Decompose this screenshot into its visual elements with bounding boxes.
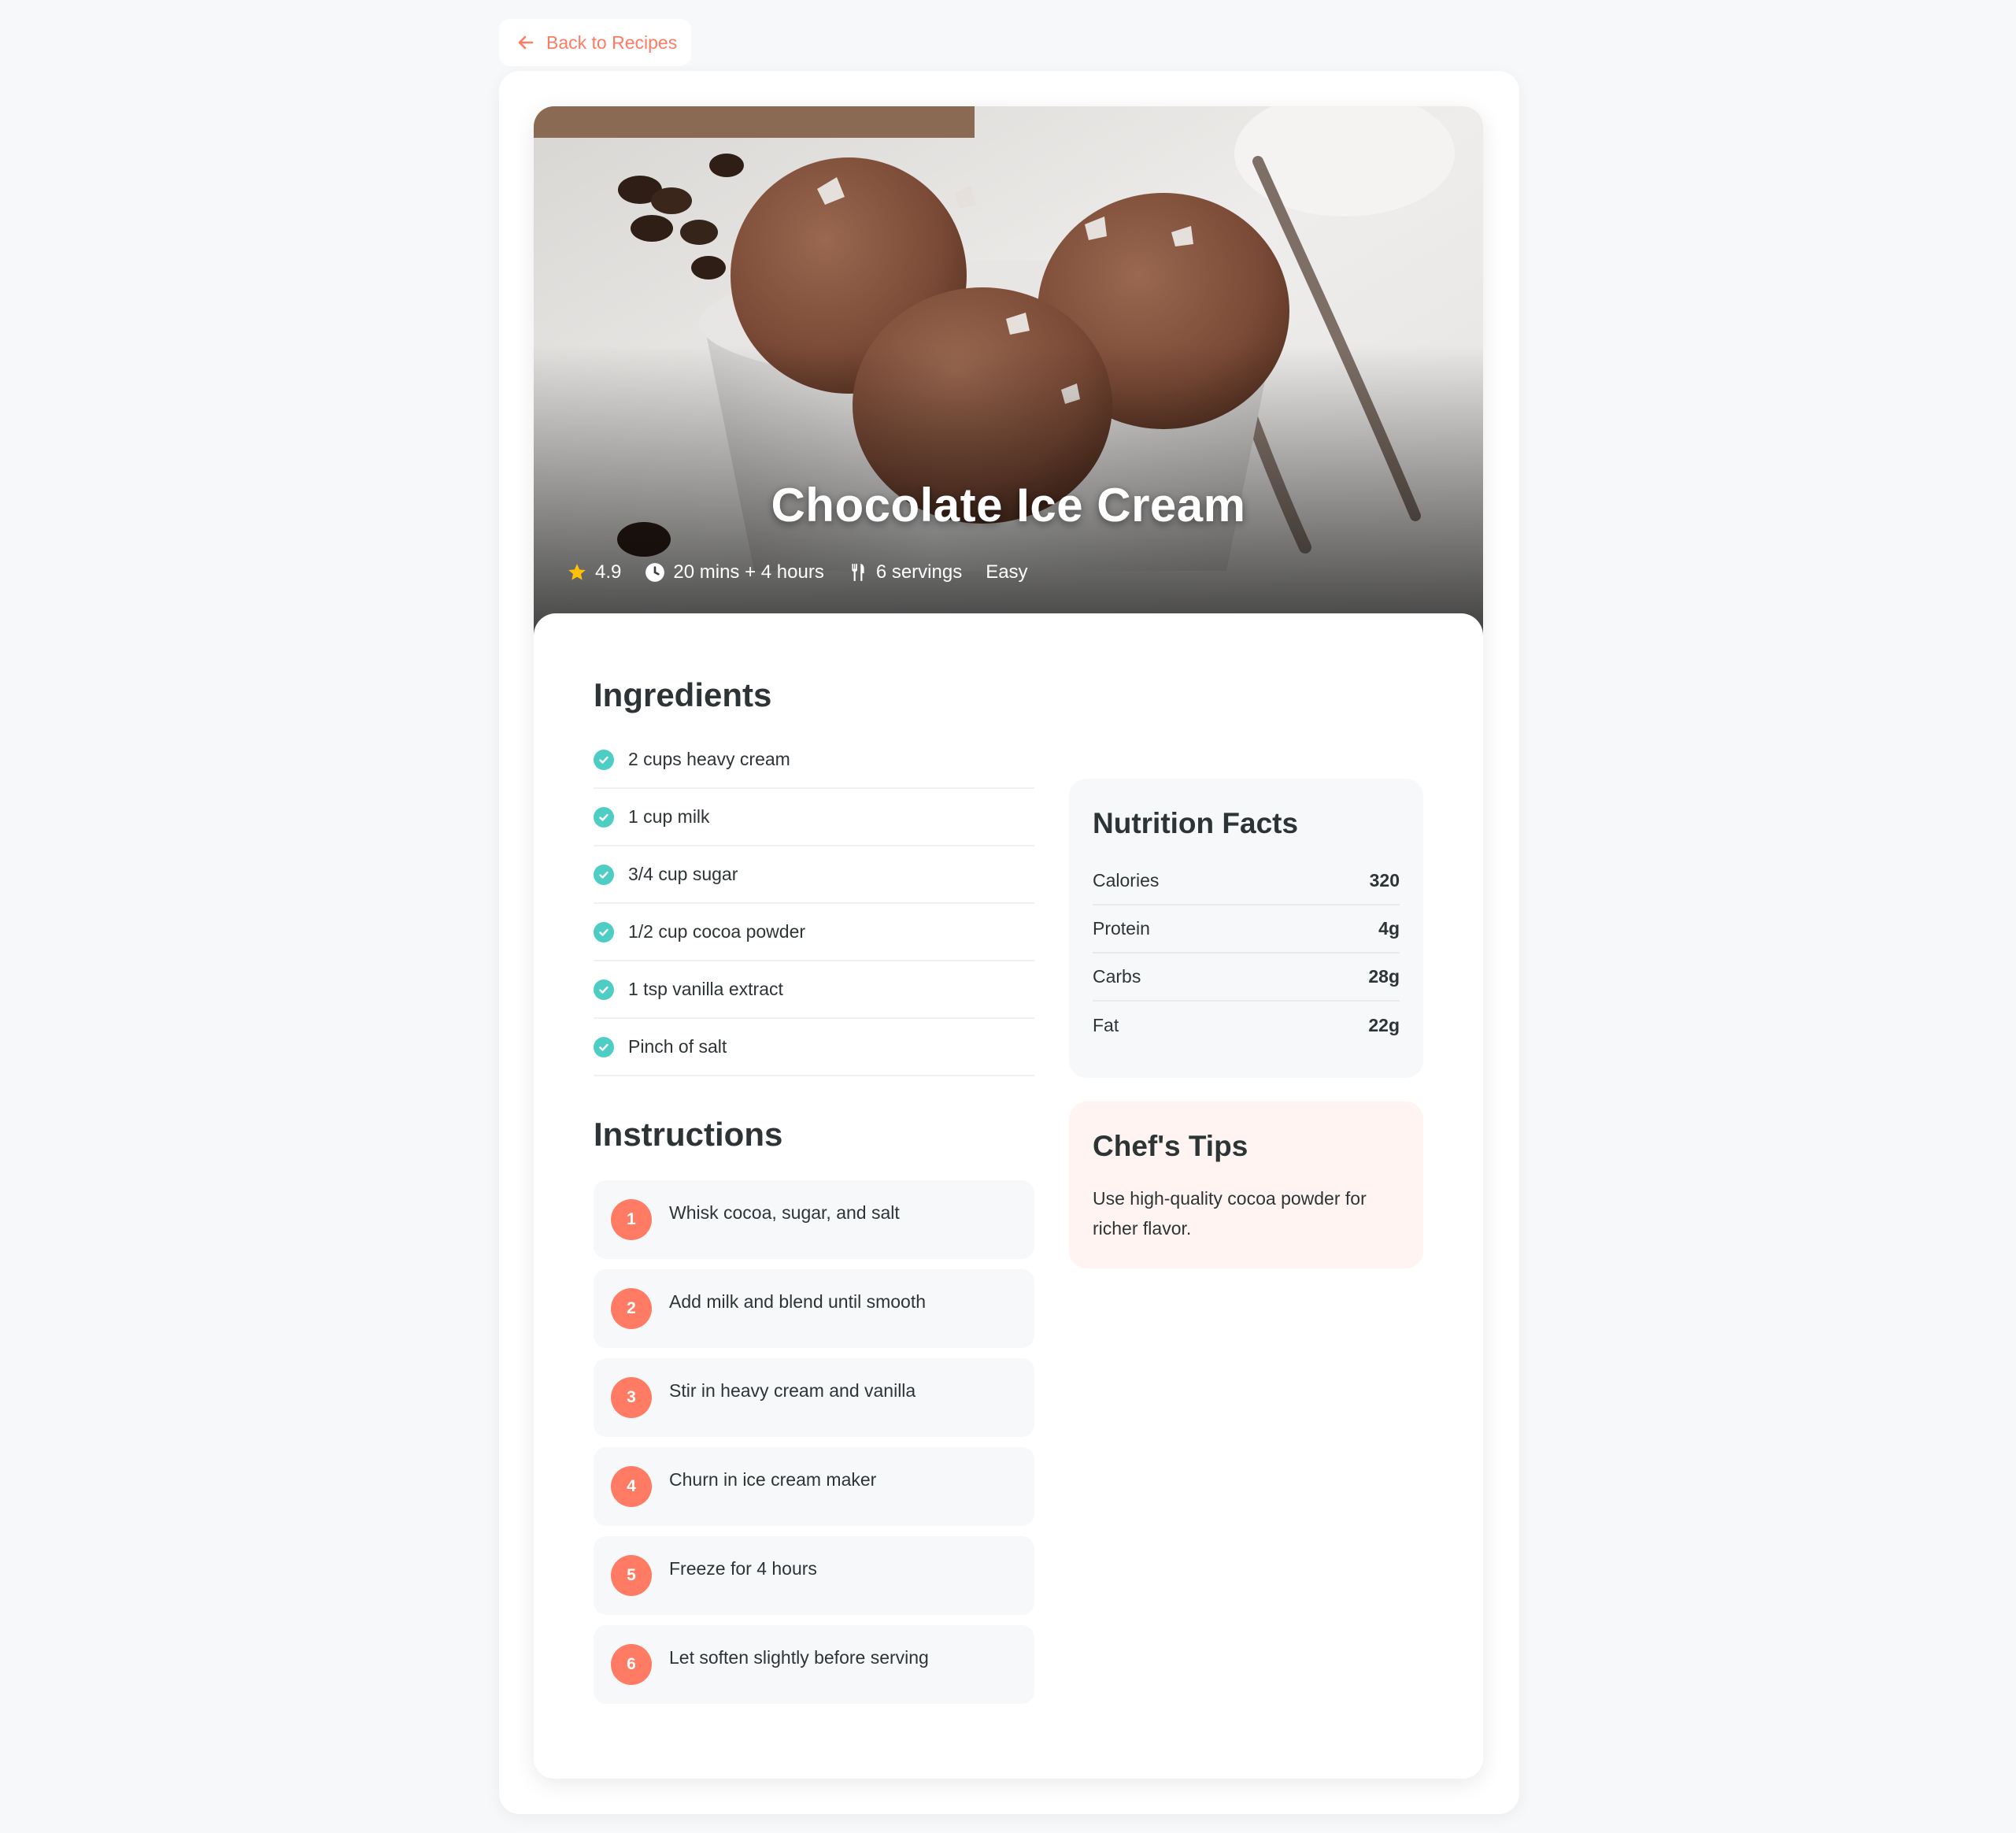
nutrition-value: 4g (1378, 918, 1400, 939)
cook-time-value: 20 mins + 4 hours (673, 561, 824, 583)
nutrition-row: Protein 4g (1093, 905, 1400, 954)
step-text: Freeze for 4 hours (669, 1558, 817, 1579)
check-circle-icon (594, 921, 614, 942)
recipe-title: Chocolate Ice Cream (771, 479, 1246, 531)
recipe-content: Ingredients 2 cups heavy cream 1 cup mil… (534, 613, 1483, 1779)
ingredient-item: 1/2 cup cocoa powder (594, 904, 1034, 961)
instruction-step: 3 Stir in heavy cream and vanilla (594, 1358, 1034, 1437)
step-text: Whisk cocoa, sugar, and salt (669, 1202, 900, 1223)
step-text: Stir in heavy cream and vanilla (669, 1380, 916, 1401)
instruction-step: 4 Churn in ice cream maker (594, 1447, 1034, 1526)
check-circle-icon (594, 1036, 614, 1057)
instruction-step: 5 Freeze for 4 hours (594, 1536, 1034, 1615)
nutrition-row: Carbs 28g (1093, 954, 1400, 1002)
step-text: Churn in ice cream maker (669, 1469, 877, 1490)
back-to-recipes-button[interactable]: Back to Recipes (499, 19, 691, 66)
nutrition-facts-panel: Nutrition Facts Calories 320 Protein 4g … (1069, 779, 1423, 1078)
ingredient-text: 1/2 cup cocoa powder (628, 921, 806, 942)
instruction-step: 1 Whisk cocoa, sugar, and salt (594, 1180, 1034, 1259)
servings-value: 6 servings (875, 561, 963, 583)
step-number: 3 (611, 1377, 652, 1418)
instructions-section: Instructions 1 Whisk cocoa, sugar, and s… (594, 1116, 1034, 1714)
step-number: 5 (611, 1555, 652, 1596)
ingredients-section: Ingredients 2 cups heavy cream 1 cup mil… (594, 676, 1034, 1076)
rating: 4.9 (567, 561, 621, 583)
tips-title: Chef's Tips (1093, 1130, 1248, 1162)
ingredient-text: Pinch of salt (628, 1036, 727, 1057)
step-number: 6 (611, 1644, 652, 1685)
check-circle-icon (594, 749, 614, 770)
nutrition-label: Fat (1093, 1015, 1119, 1035)
clock-icon (645, 563, 665, 582)
step-number: 4 (611, 1466, 652, 1507)
nutrition-label: Protein (1093, 918, 1150, 939)
step-text: Let soften slightly before serving (669, 1647, 929, 1668)
nutrition-title: Nutrition Facts (1093, 807, 1299, 839)
ingredient-text: 1 tsp vanilla extract (628, 979, 783, 999)
nutrition-value: 22g (1368, 1015, 1400, 1035)
recipe-meta: 4.9 20 mins + 4 hours 6 servings Easy (567, 561, 1028, 583)
nutrition-row: Calories 320 (1093, 857, 1400, 905)
ingredient-text: 2 cups heavy cream (628, 749, 790, 769)
ingredient-item: 1 cup milk (594, 789, 1034, 846)
step-number: 2 (611, 1288, 652, 1329)
ingredient-text: 3/4 cup sugar (628, 864, 738, 884)
step-number: 1 (611, 1199, 652, 1240)
ice-cream-photo (534, 106, 1483, 635)
ingredient-item: Pinch of salt (594, 1019, 1034, 1076)
nutrition-value: 28g (1368, 966, 1400, 987)
rating-value: 4.9 (595, 561, 622, 583)
check-circle-icon (594, 864, 614, 885)
ingredient-item: 3/4 cup sugar (594, 846, 1034, 904)
chefs-tips-panel: Chef's Tips Use high-quality cocoa powde… (1069, 1102, 1423, 1268)
ingredient-item: 1 tsp vanilla extract (594, 961, 1034, 1019)
instructions-title: Instructions (594, 1116, 783, 1153)
back-label: Back to Recipes (546, 31, 678, 53)
nutrition-value: 320 (1369, 870, 1400, 891)
nutrition-label: Calories (1093, 870, 1160, 891)
difficulty: Easy (986, 561, 1027, 583)
nutrition-label: Carbs (1093, 966, 1141, 987)
check-circle-icon (594, 806, 614, 828)
arrow-left-icon (518, 35, 534, 50)
nutrition-list: Calories 320 Protein 4g Carbs 28g Fat 22… (1093, 857, 1400, 1050)
nutrition-row: Fat 22g (1093, 1002, 1400, 1050)
instruction-step: 6 Let soften slightly before serving (594, 1625, 1034, 1704)
ingredient-item: 2 cups heavy cream (594, 731, 1034, 789)
tips-text: Use high-quality cocoa powder for richer… (1093, 1188, 1367, 1239)
check-circle-icon (594, 979, 614, 1000)
ingredients-title: Ingredients (594, 676, 772, 713)
ingredients-list: 2 cups heavy cream 1 cup milk 3/4 cup su… (594, 731, 1034, 1076)
star-icon (568, 564, 586, 580)
utensils-icon (852, 564, 864, 581)
recipe-card: Chocolate Ice Cream 4.9 20 mins + 4 hour… (534, 106, 1483, 1779)
difficulty-value: Easy (986, 561, 1028, 583)
step-text: Add milk and blend until smooth (669, 1291, 927, 1312)
steps-list: 1 Whisk cocoa, sugar, and salt 2 Add mil… (594, 1180, 1034, 1704)
ingredient-text: 1 cup milk (628, 806, 710, 827)
cook-time: 20 mins + 4 hours (645, 561, 824, 583)
instruction-step: 2 Add milk and blend until smooth (594, 1269, 1034, 1348)
servings: 6 servings (848, 561, 962, 583)
hero-image: Chocolate Ice Cream 4.9 20 mins + 4 hour… (534, 106, 1483, 635)
